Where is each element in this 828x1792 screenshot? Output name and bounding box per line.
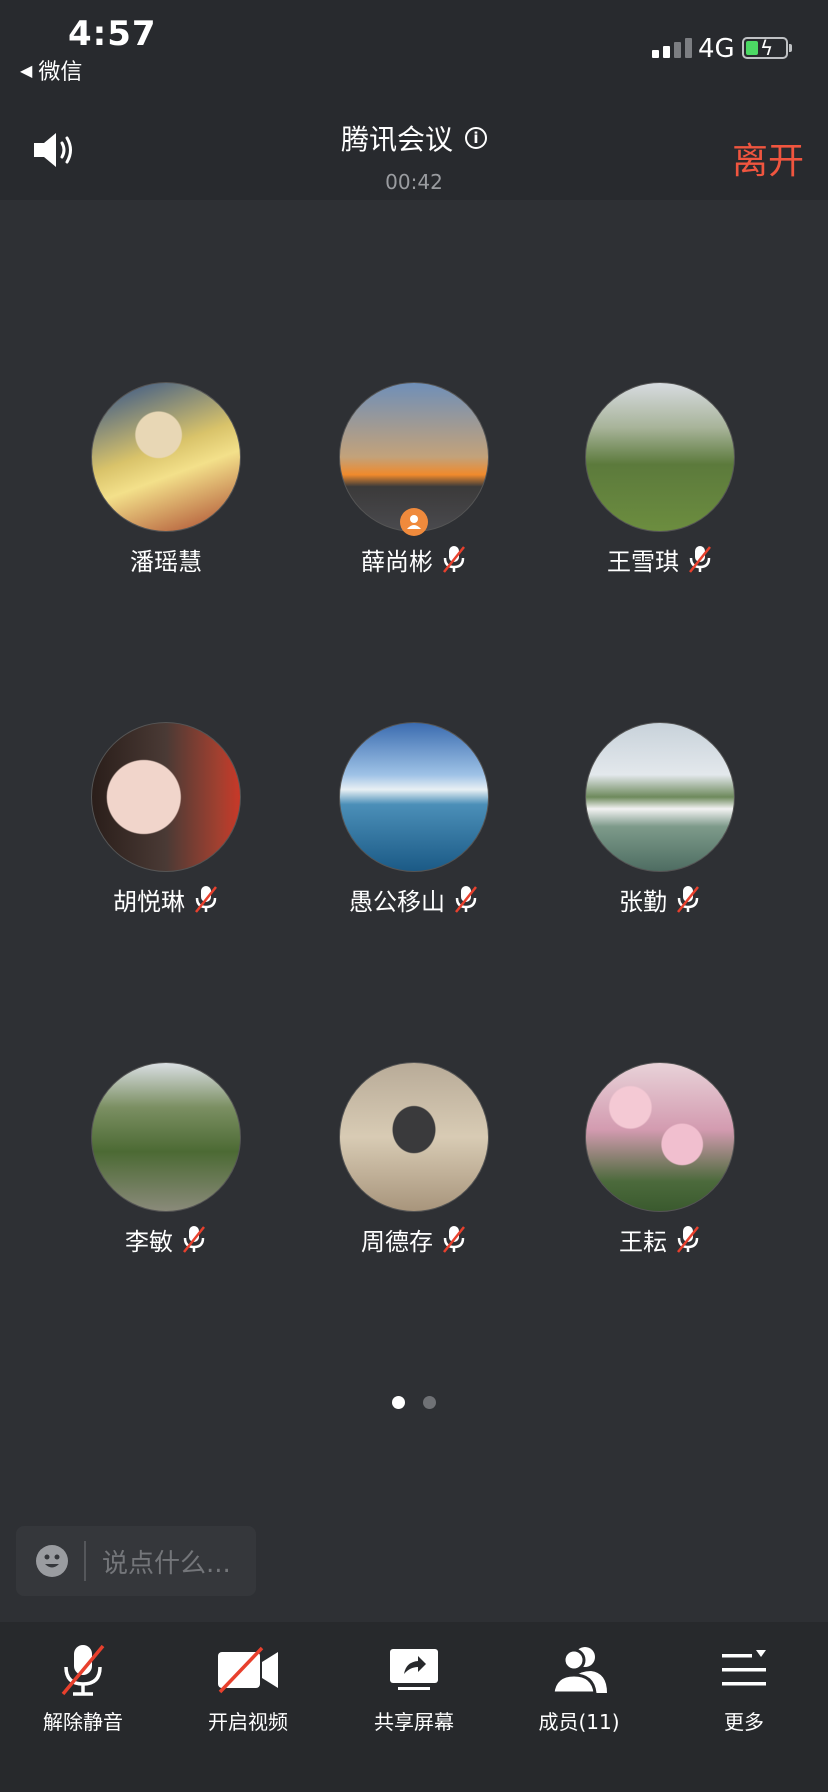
meeting-timer: 00:42 — [385, 170, 443, 194]
participant-name: 薛尚彬 — [361, 547, 433, 576]
battery-icon: ϟ — [742, 36, 788, 60]
participant-tile[interactable]: 胡悦琳 — [46, 722, 286, 916]
participant-name: 周德存 — [361, 1227, 433, 1256]
members-button[interactable]: 成员(11) — [504, 1638, 654, 1735]
participant-name: 潘瑶慧 — [130, 547, 202, 576]
mic-muted-icon — [443, 546, 465, 573]
share-screen-label: 共享屏幕 — [374, 1710, 454, 1734]
avatar — [339, 1062, 489, 1212]
avatar — [585, 1062, 735, 1212]
participant-tile[interactable]: 王雪琪 — [540, 382, 780, 576]
participant-name: 李敏 — [125, 1227, 173, 1256]
participant-name: 王雪琪 — [607, 547, 679, 576]
share-screen-button[interactable]: 共享屏幕 — [339, 1638, 489, 1735]
back-arrow-icon: ◀ — [20, 60, 33, 80]
participant-name: 王耘 — [619, 1227, 667, 1256]
mic-muted-icon — [689, 546, 711, 573]
meeting-header: 腾讯会议 i 00:42 离开 — [0, 90, 828, 200]
more-button[interactable]: 更多 — [669, 1638, 819, 1735]
mic-muted-icon — [677, 1226, 699, 1253]
share-screen-icon — [390, 1649, 438, 1690]
mic-muted-icon — [195, 886, 217, 913]
leave-button[interactable]: 离开 — [732, 132, 804, 184]
avatar — [585, 382, 735, 532]
start-video-label: 开启视频 — [208, 1710, 288, 1734]
chat-placeholder: 说点什么... — [102, 1548, 231, 1579]
clock: 4:57 — [68, 14, 157, 54]
participant-tile[interactable]: 王耘 — [540, 1062, 780, 1256]
network-type: 4G — [698, 34, 735, 64]
battery-cap — [789, 44, 792, 52]
page-dot[interactable] — [423, 1396, 436, 1409]
mic-muted-icon — [443, 1226, 465, 1253]
unmute-button[interactable]: 解除静音 — [8, 1638, 158, 1735]
participant-name: 张勤 — [619, 887, 667, 916]
mic-muted-icon — [677, 886, 699, 913]
mic-muted-icon — [61, 1644, 105, 1696]
avatar — [91, 382, 241, 532]
participant-tile[interactable]: 周德存 — [294, 1062, 534, 1256]
chat-input[interactable]: 说点什么... — [16, 1526, 256, 1596]
participant-name: 愚公移山 — [349, 887, 445, 916]
participant-tile[interactable]: 薛尚彬 — [294, 382, 534, 576]
back-to-app-link[interactable]: ◀ 微信 — [20, 54, 82, 86]
status-bar: 4:57 ◀ 微信 4G ϟ — [0, 0, 828, 90]
host-icon — [400, 508, 428, 536]
meeting-title-area: 腾讯会议 i 00:42 — [0, 118, 828, 194]
participant-name: 胡悦琳 — [113, 887, 185, 916]
avatar — [339, 722, 489, 872]
participant-tile[interactable]: 李敏 — [46, 1062, 286, 1256]
camera-off-icon — [218, 1646, 278, 1694]
avatar — [585, 722, 735, 872]
participant-tile[interactable]: 潘瑶慧 — [46, 382, 286, 576]
meeting-title-text: 腾讯会议 — [340, 123, 453, 156]
bottom-toolbar: 解除静音 开启视频 共享屏幕 成员(11) 更多 — [0, 1622, 828, 1792]
back-label: 微信 — [38, 60, 83, 85]
participant-tile[interactable]: 愚公移山 — [294, 722, 534, 916]
meeting-title[interactable]: 腾讯会议 i — [341, 118, 487, 158]
mic-muted-icon — [455, 886, 477, 913]
members-label: 成员(11) — [538, 1710, 620, 1734]
emoji-icon[interactable] — [36, 1545, 68, 1577]
signal-strength-icon — [652, 38, 692, 58]
divider — [84, 1541, 86, 1581]
mic-muted-icon — [183, 1226, 205, 1253]
unmute-label: 解除静音 — [43, 1710, 123, 1734]
avatar — [91, 1062, 241, 1212]
page-dot-active[interactable] — [392, 1396, 405, 1409]
menu-more-icon — [722, 1650, 766, 1686]
participant-tile[interactable]: 张勤 — [540, 722, 780, 916]
start-video-button[interactable]: 开启视频 — [173, 1638, 323, 1735]
members-icon — [551, 1647, 607, 1695]
more-label: 更多 — [724, 1710, 764, 1734]
page-indicator[interactable] — [0, 1396, 828, 1409]
avatar — [91, 722, 241, 872]
info-icon[interactable]: i — [465, 127, 487, 149]
